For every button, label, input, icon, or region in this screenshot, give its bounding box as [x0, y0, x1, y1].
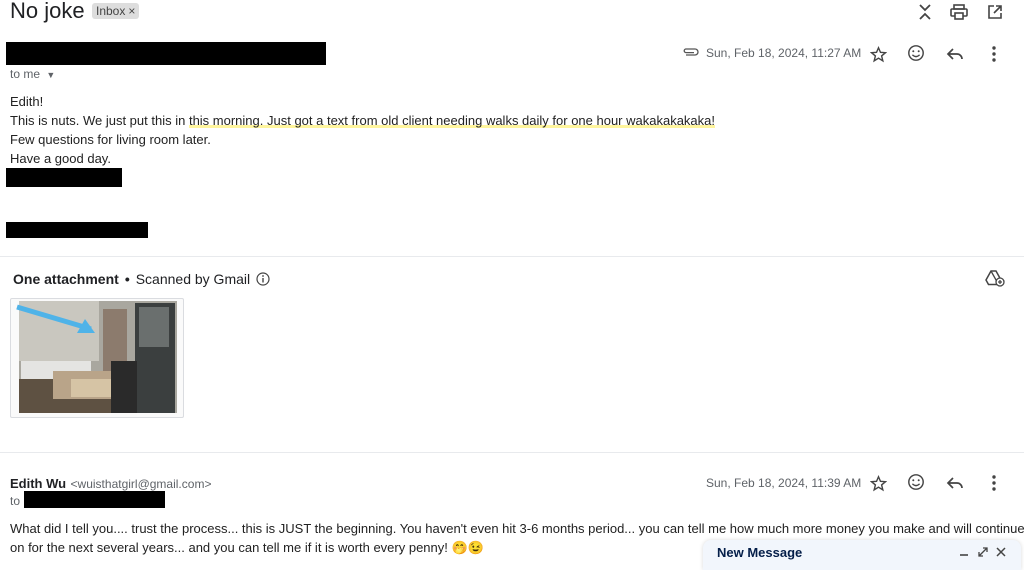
message-date: Sun, Feb 18, 2024, 11:27 AM [706, 46, 862, 60]
message-date: Sun, Feb 18, 2024, 11:39 AM [706, 476, 862, 490]
attachment-header: One attachment • Scanned by Gmail [13, 271, 270, 287]
email-subject: No joke [10, 0, 85, 23]
reply-icon[interactable] [945, 473, 965, 493]
body-line: Edith! [10, 94, 44, 109]
body-line: Few questions for living room later. [10, 132, 211, 147]
body-line: What did I tell you.... trust the proces… [10, 521, 1024, 536]
more-options-icon[interactable] [984, 44, 1004, 64]
inbox-label-chip[interactable]: Inbox × [92, 3, 140, 19]
print-icon[interactable] [949, 2, 969, 22]
info-icon[interactable] [256, 272, 270, 286]
emoji-reaction-icon[interactable] [906, 472, 926, 492]
redacted-sender [6, 42, 326, 65]
redacted-signature [6, 168, 122, 187]
star-icon[interactable] [868, 44, 888, 64]
open-new-window-icon[interactable] [985, 2, 1005, 22]
divider [0, 452, 1024, 453]
attachment-thumbnail[interactable] [10, 298, 184, 418]
highlighted-text: this morning. Just got a text from old c… [188, 113, 716, 128]
living-room-photo [16, 301, 177, 413]
sender-name: Edith Wu [10, 476, 67, 491]
scan-label: Scanned by Gmail [135, 271, 251, 287]
recipient-toggle[interactable]: to me ▼ [10, 67, 55, 81]
to-me-label: to me [10, 67, 41, 81]
star-icon[interactable] [868, 473, 888, 493]
minimize-icon[interactable] [958, 546, 970, 558]
expand-collapse-icon[interactable] [915, 2, 935, 22]
compose-window[interactable]: New Message [703, 540, 1021, 570]
redacted-signature-line [6, 222, 148, 238]
divider [0, 256, 1024, 257]
separator-dot: • [124, 271, 130, 287]
body-line-start: This is nuts. We just put this in [10, 113, 189, 128]
emoji-reaction-icon[interactable] [906, 43, 926, 63]
expand-icon[interactable] [977, 546, 989, 558]
more-options-icon[interactable] [984, 473, 1004, 493]
compose-title: New Message [717, 545, 803, 560]
message-body: Edith! This is nuts. We just put this in… [10, 92, 716, 168]
recipient-label: to [10, 494, 21, 508]
body-line: Have a good day. [10, 151, 111, 166]
attachment-count: One attachment [13, 271, 119, 287]
body-line: This is nuts. We just put this in this m… [10, 111, 716, 130]
sender-email: <wuisthatgirl@gmail.com> [70, 477, 212, 491]
inbox-label-text: Inbox [96, 4, 126, 18]
attachment-icon [681, 44, 701, 60]
chevron-down-icon[interactable]: ▼ [46, 70, 55, 80]
remove-label-icon[interactable]: × [128, 3, 135, 19]
add-to-drive-icon[interactable] [984, 268, 1006, 288]
reply-icon[interactable] [945, 44, 965, 64]
close-icon[interactable] [995, 546, 1007, 558]
redacted-recipient [24, 491, 165, 508]
